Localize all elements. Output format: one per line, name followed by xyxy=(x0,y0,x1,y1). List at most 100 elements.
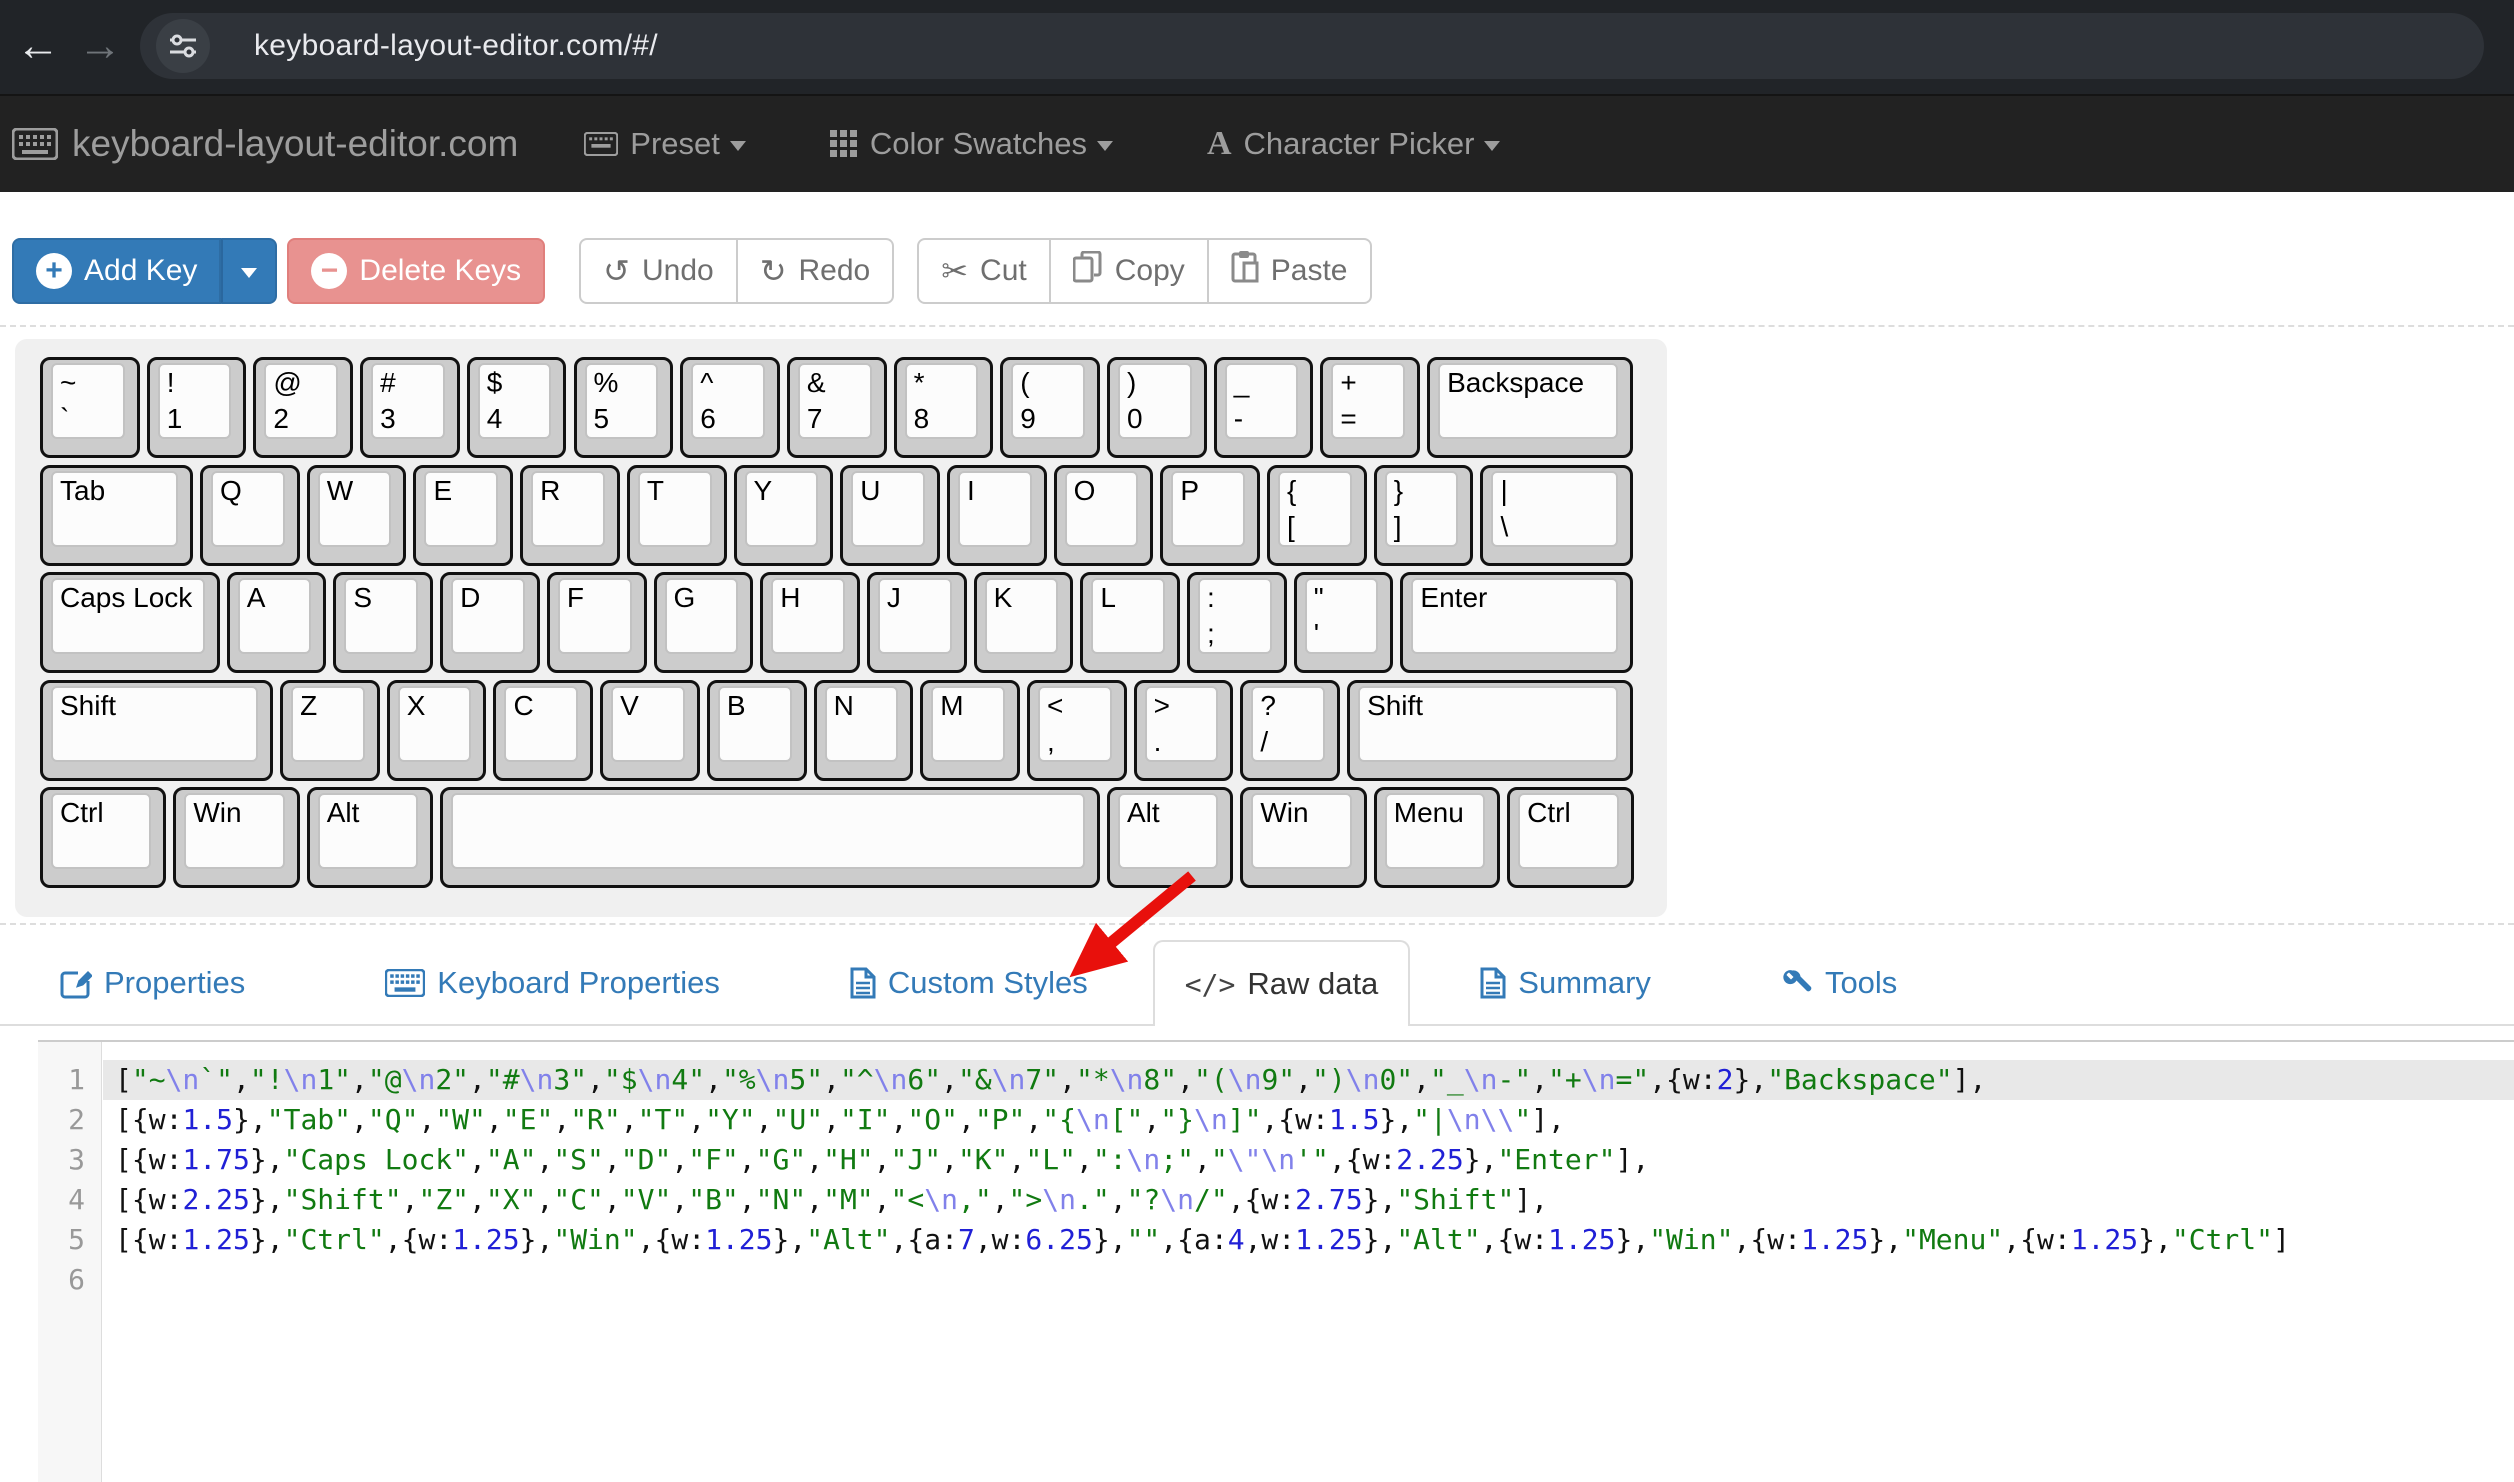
key-alt[interactable]: Alt xyxy=(1107,787,1233,888)
key-b[interactable]: B xyxy=(707,680,807,781)
url-text[interactable]: keyboard-layout-editor.com/#/ xyxy=(254,29,658,63)
copy-icon xyxy=(1073,251,1103,291)
back-icon[interactable]: ← xyxy=(16,18,60,74)
forward-icon[interactable]: → xyxy=(78,18,122,74)
code-line[interactable]: ["~\n`","!\n1","@\n2","#\n3","$\n4","%\n… xyxy=(103,1060,2514,1100)
tab-summary[interactable]: Summary xyxy=(1450,942,1681,1024)
key-v[interactable]: V xyxy=(600,680,700,781)
key-<[interactable]: <, xyxy=(1027,680,1127,781)
key-w[interactable]: W xyxy=(307,465,407,566)
key-ctrl[interactable]: Ctrl xyxy=(1507,787,1633,888)
cut-button[interactable]: ✂ Cut xyxy=(917,238,1051,304)
tab-custom-styles[interactable]: Custom Styles xyxy=(820,942,1118,1024)
code-line[interactable]: [{w:2.25},"Shift","Z","X","C","V","B","N… xyxy=(103,1180,2514,1220)
raw-data-editor[interactable]: 123456 ["~\n`","!\n1","@\n2","#\n3","$\n… xyxy=(38,1040,2514,1482)
tab-tools[interactable]: Tools xyxy=(1751,942,1927,1024)
add-key-button[interactable]: + Add Key xyxy=(12,238,221,304)
key->[interactable]: >. xyxy=(1134,680,1234,781)
code-line[interactable]: [{w:1.25},"Ctrl",{w:1.25},"Win",{w:1.25}… xyxy=(103,1220,2514,1260)
key-caps-lock[interactable]: Caps Lock xyxy=(40,572,220,673)
code-line[interactable]: [{w:1.75},"Caps Lock","A","S","D","F","G… xyxy=(103,1140,2514,1180)
key-)[interactable]: )0 xyxy=(1107,357,1207,458)
redo-button[interactable]: ↻ Redo xyxy=(738,238,895,304)
key-space[interactable] xyxy=(440,787,1100,888)
key-}[interactable]: }] xyxy=(1374,465,1474,566)
code-lines[interactable]: ["~\n`","!\n1","@\n2","#\n3","$\n4","%\n… xyxy=(103,1042,2514,1482)
keyboard-section: ~`!1@2#3$4%5^6&7*8(9)0_-+=BackspaceTabQW… xyxy=(0,325,2514,925)
menu-color-swatches[interactable]: Color Swatches xyxy=(830,126,1113,162)
key-menu[interactable]: Menu xyxy=(1374,787,1500,888)
key-g[interactable]: G xyxy=(654,572,754,673)
key-k[interactable]: K xyxy=(974,572,1074,673)
key-@[interactable]: @2 xyxy=(253,357,353,458)
key-+[interactable]: += xyxy=(1320,357,1420,458)
code-line[interactable]: [{w:1.5},"Tab","Q","W","E","R","T","Y","… xyxy=(103,1100,2514,1140)
key-![interactable]: !1 xyxy=(147,357,247,458)
key-^[interactable]: ^6 xyxy=(680,357,780,458)
key-|[interactable]: |\ xyxy=(1480,465,1633,566)
key-{[interactable]: {[ xyxy=(1267,465,1367,566)
key-$[interactable]: $4 xyxy=(467,357,567,458)
tune-icon[interactable] xyxy=(156,19,210,73)
key-a[interactable]: A xyxy=(227,572,327,673)
key-alt[interactable]: Alt xyxy=(307,787,433,888)
tab-keyboard-properties[interactable]: Keyboard Properties xyxy=(355,942,750,1024)
line-number: 1 xyxy=(38,1060,101,1100)
grid-icon xyxy=(830,130,858,158)
key-j[interactable]: J xyxy=(867,572,967,673)
key-s[interactable]: S xyxy=(333,572,433,673)
key-f[interactable]: F xyxy=(547,572,647,673)
add-key-dropdown-button[interactable] xyxy=(221,238,277,304)
key-p[interactable]: P xyxy=(1160,465,1260,566)
key-:[interactable]: :; xyxy=(1187,572,1287,673)
key-u[interactable]: U xyxy=(840,465,940,566)
key-z[interactable]: Z xyxy=(280,680,380,781)
key-o[interactable]: O xyxy=(1054,465,1154,566)
key-win[interactable]: Win xyxy=(1240,787,1366,888)
paste-button[interactable]: Paste xyxy=(1209,238,1372,304)
copy-button[interactable]: Copy xyxy=(1051,238,1209,304)
key-h[interactable]: H xyxy=(760,572,860,673)
tab-properties[interactable]: Properties xyxy=(30,942,275,1024)
key-i[interactable]: I xyxy=(947,465,1047,566)
keyboard[interactable]: ~`!1@2#3$4%5^6&7*8(9)0_-+=BackspaceTabQW… xyxy=(15,339,1667,917)
key-~[interactable]: ~` xyxy=(40,357,140,458)
key-win[interactable]: Win xyxy=(173,787,299,888)
key-d[interactable]: D xyxy=(440,572,540,673)
code-line[interactable] xyxy=(103,1260,2514,1300)
key-r[interactable]: R xyxy=(520,465,620,566)
key-x[interactable]: X xyxy=(387,680,487,781)
clipboard-group: ✂ Cut Copy Paste xyxy=(917,238,1371,304)
chevron-down-icon xyxy=(730,141,746,151)
key-%[interactable]: %5 xyxy=(574,357,674,458)
url-bar[interactable]: keyboard-layout-editor.com/#/ xyxy=(140,13,2484,79)
key-backspace[interactable]: Backspace xyxy=(1427,357,1633,458)
delete-keys-button[interactable]: − Delete Keys xyxy=(287,238,545,304)
menu-character-picker[interactable]: A Character Picker xyxy=(1207,125,1500,163)
key-([interactable]: (9 xyxy=(1000,357,1100,458)
key-tab[interactable]: Tab xyxy=(40,465,193,566)
undo-button[interactable]: ↺ Undo xyxy=(579,238,738,304)
menu-preset[interactable]: Preset xyxy=(584,126,746,162)
key-enter[interactable]: Enter xyxy=(1400,572,1633,673)
key-&[interactable]: &7 xyxy=(787,357,887,458)
key-_[interactable]: _- xyxy=(1214,357,1314,458)
key-n[interactable]: N xyxy=(814,680,914,781)
key-q[interactable]: Q xyxy=(200,465,300,566)
key-m[interactable]: M xyxy=(920,680,1020,781)
key-"[interactable]: "' xyxy=(1294,572,1394,673)
brand[interactable]: keyboard-layout-editor.com xyxy=(12,123,518,165)
keyboard-icon xyxy=(12,128,58,160)
key-c[interactable]: C xyxy=(493,680,593,781)
tab-raw-data[interactable]: </> Raw data xyxy=(1153,940,1411,1026)
key-l[interactable]: L xyxy=(1080,572,1180,673)
key-t[interactable]: T xyxy=(627,465,727,566)
key-*[interactable]: *8 xyxy=(894,357,994,458)
key-ctrl[interactable]: Ctrl xyxy=(40,787,166,888)
key-shift[interactable]: Shift xyxy=(40,680,273,781)
key-#[interactable]: #3 xyxy=(360,357,460,458)
key-e[interactable]: E xyxy=(413,465,513,566)
key-shift[interactable]: Shift xyxy=(1347,680,1633,781)
key-y[interactable]: Y xyxy=(734,465,834,566)
key-?[interactable]: ?/ xyxy=(1240,680,1340,781)
